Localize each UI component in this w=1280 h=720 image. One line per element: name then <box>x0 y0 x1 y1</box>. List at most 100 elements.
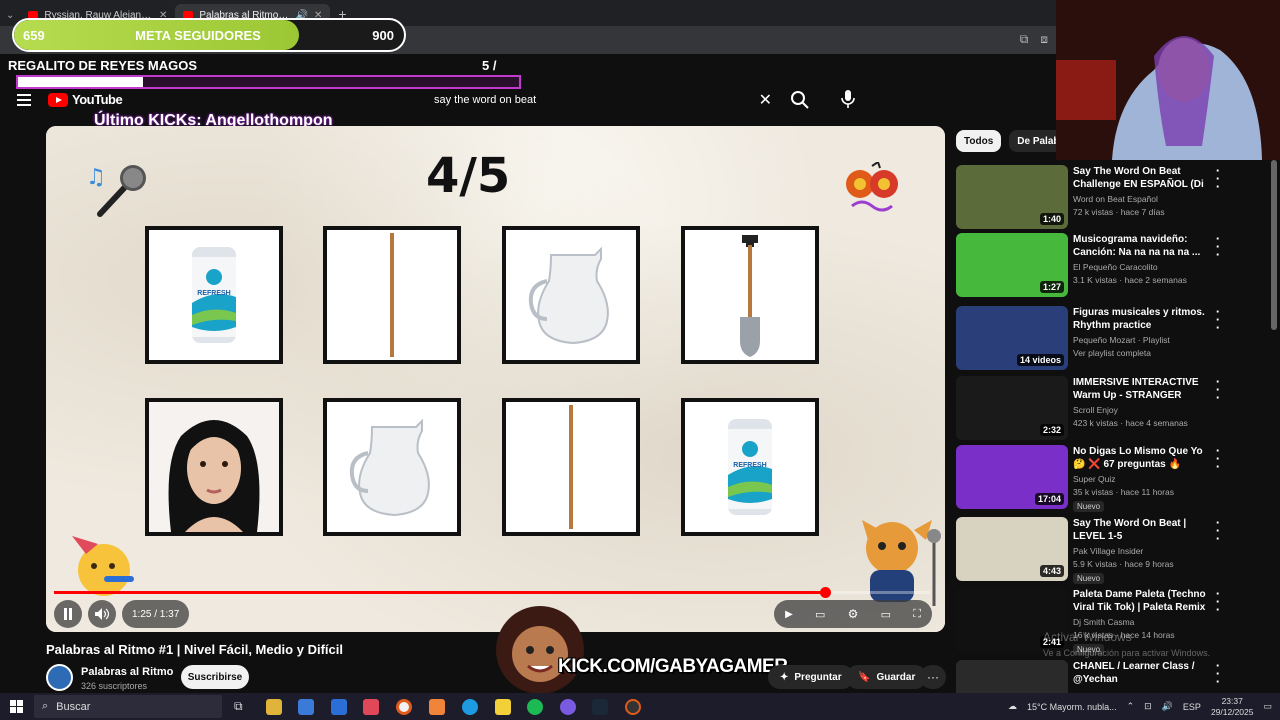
scrubber-handle[interactable] <box>820 587 831 598</box>
gift-progress-bar <box>16 75 521 89</box>
volume-icon[interactable]: 🔊 <box>1162 701 1173 712</box>
recommended-video[interactable]: 1:40 Say The Word On Beat Challenge EN ES… <box>956 164 1262 231</box>
recommended-channel[interactable]: Super Quiz <box>1073 474 1116 484</box>
theater-mode-icon[interactable]: ▭ <box>881 608 891 621</box>
recording-icon[interactable] <box>625 699 641 715</box>
more-options-icon[interactable]: · · · <box>1212 232 1224 261</box>
gift-fill <box>18 77 144 87</box>
recommended-title[interactable]: CHANEL / Learner Class / @Yechan <box>1073 660 1208 686</box>
fullscreen-icon[interactable]: ⛶ <box>913 608 921 621</box>
recommended-channel[interactable]: Dj Smith Casma <box>1073 617 1134 627</box>
face-icon <box>149 402 279 532</box>
video-thumbnail[interactable]: 1:40 <box>956 165 1068 229</box>
settings-gear-icon[interactable]: ⚙ <box>848 607 859 621</box>
more-options-icon[interactable]: · · · <box>1212 164 1224 193</box>
sidebar-scrollbar[interactable] <box>1271 160 1277 330</box>
weather-readout[interactable]: 15°C Mayorm. nubla... <box>1027 702 1117 712</box>
video-thumbnail[interactable]: 4:43 <box>956 517 1068 581</box>
tray-chevron-icon[interactable]: ⌃ <box>1127 701 1135 712</box>
steam-icon[interactable] <box>592 699 608 715</box>
volume-button[interactable] <box>88 600 116 628</box>
pause-icon <box>64 608 72 620</box>
windows-start-icon[interactable] <box>10 700 23 713</box>
more-actions-button[interactable]: ··· <box>920 665 946 689</box>
recommended-title[interactable]: Figuras musicales y ritmos. Rhythm pract… <box>1073 306 1208 332</box>
app-icon[interactable] <box>429 699 445 715</box>
recommended-video[interactable]: 14 videos Figuras musicales y ritmos. Rhy… <box>956 305 1262 372</box>
autoplay-toggle-icon[interactable]: ▶ <box>785 609 793 620</box>
new-badge: Nuevo <box>1073 573 1105 584</box>
sparkle-icon: ✦ <box>780 671 789 683</box>
spotify-icon[interactable] <box>527 699 543 715</box>
channel-name[interactable]: Palabras al Ritmo <box>81 666 173 678</box>
ask-button[interactable]: ✦ Preguntar <box>768 665 854 689</box>
kick-channel-url: KICK.COM/GABYAGAMER <box>558 656 788 677</box>
video-progress-bar[interactable] <box>54 587 930 598</box>
more-options-icon[interactable]: · · · <box>1212 516 1224 545</box>
tab-list-icon[interactable]: ⌄ <box>6 10 14 21</box>
video-thumbnail[interactable]: 1:27 <box>956 233 1068 297</box>
video-thumbnail[interactable]: 2:32 <box>956 376 1068 440</box>
recommended-channel[interactable]: Scroll Enjoy <box>1073 405 1118 415</box>
recommended-video[interactable]: 2:41 Paleta Dame Paleta (Techno Viral Tik… <box>956 587 1262 655</box>
recommended-channel[interactable]: Pak Village Insider <box>1073 546 1143 556</box>
microphone-icon[interactable] <box>838 88 858 110</box>
pitcher-icon <box>528 246 609 345</box>
video-thumbnail[interactable]: 14 videos <box>956 306 1068 370</box>
recommended-channel[interactable]: El Pequeño Caracolito <box>1073 262 1158 272</box>
language-indicator[interactable]: ESP <box>1183 702 1201 712</box>
save-button[interactable]: 🔖 Guardar <box>846 665 928 689</box>
word-card-face <box>145 398 283 536</box>
clock[interactable]: 23:37 29/12/2025 <box>1211 696 1254 718</box>
recommended-title[interactable]: Musicograma navideño: Canción: Na na na … <box>1073 233 1208 259</box>
channel-avatar[interactable] <box>46 664 73 691</box>
subscribe-button[interactable]: Suscribirse <box>181 665 249 689</box>
taskbar-search[interactable]: ⌕ Buscar <box>34 695 222 718</box>
notifications-icon[interactable]: ▭ <box>1263 701 1272 712</box>
recommended-channel[interactable]: Pequeño Mozart · Playlist <box>1073 335 1170 345</box>
music-icon[interactable] <box>363 699 379 715</box>
task-view-icon[interactable]: ⧉ <box>234 699 250 715</box>
more-options-icon[interactable]: · · · <box>1212 305 1224 334</box>
more-options-icon[interactable]: · · · <box>1212 659 1224 688</box>
edge-icon[interactable] <box>462 699 478 715</box>
recommended-meta: 72 k vistas · hace 7 días <box>1073 207 1165 217</box>
clear-search-icon[interactable]: ✕ <box>759 90 772 110</box>
mail-icon[interactable] <box>331 699 347 715</box>
cast-icon[interactable]: ⧉ <box>1020 32 1029 47</box>
recommended-title[interactable]: IMMERSIVE INTERACTIVE Warm Up - STRANGER… <box>1073 376 1208 402</box>
more-options-icon[interactable]: · · · <box>1212 375 1224 404</box>
more-options-icon[interactable]: · · · <box>1212 587 1224 616</box>
more-options-icon[interactable]: · · · <box>1212 444 1224 473</box>
recommended-title[interactable]: Paleta Dame Paleta (Techno Viral Tik Tok… <box>1073 588 1208 614</box>
recommended-video[interactable]: 17:04 No Digas Lo Mismo Que Yo 🤔 ❌ 67 pre… <box>956 444 1262 512</box>
windows-taskbar: ⌕ Buscar ⧉ ☁ 15°C Mayorm. nubla... ⌃ ⊡ 🔊… <box>0 693 1280 720</box>
video-player[interactable]: ♫ 4/5 REFRESH REFRESH 1:25 / 1:37 ▶ ▭ ⚙ … <box>46 126 945 632</box>
video-thumbnail[interactable]: 17:04 <box>956 445 1068 509</box>
store-icon[interactable] <box>298 699 314 715</box>
recommended-title[interactable]: No Digas Lo Mismo Que Yo 🤔 ❌ 67 pregunta… <box>1073 445 1208 471</box>
goal-target: 900 <box>372 27 394 43</box>
subtitles-icon[interactable]: ▭ <box>815 608 825 621</box>
chrome-icon[interactable] <box>396 699 412 715</box>
file-explorer-icon[interactable] <box>266 699 282 715</box>
obs-icon[interactable] <box>560 699 576 715</box>
recommended-video[interactable]: 1:27 Musicograma navideño: Canción: Na na… <box>956 232 1262 299</box>
menu-icon[interactable] <box>17 94 31 109</box>
search-icon[interactable] <box>790 90 812 110</box>
recommended-title[interactable]: Say The Word On Beat | LEVEL 1-5 <box>1073 517 1208 543</box>
round-score: 4/5 <box>426 148 511 204</box>
network-icon[interactable]: ⊡ <box>1144 701 1152 712</box>
gift-title: REGALITO DE REYES MAGOS <box>8 58 198 73</box>
search-query: say the word on beat <box>434 94 537 106</box>
chip-todos[interactable]: Todos <box>956 130 1002 152</box>
recommended-title[interactable]: Say The Word On Beat Challenge EN ESPAÑO… <box>1073 165 1208 191</box>
notes-icon[interactable] <box>495 699 511 715</box>
pause-button[interactable] <box>54 600 82 628</box>
recommended-video[interactable]: 2:32 IMMERSIVE INTERACTIVE Warm Up - STRA… <box>956 375 1262 442</box>
recommended-video[interactable]: 4:43 Say The Word On Beat | LEVEL 1-5 Pak … <box>956 516 1262 584</box>
recommended-channel[interactable]: Word on Beat Español <box>1073 194 1158 204</box>
profile-icon[interactable]: ⧈ <box>1040 32 1048 47</box>
youtube-logo[interactable]: YouTube <box>48 92 123 107</box>
svg-text:REFRESH: REFRESH <box>197 290 230 297</box>
